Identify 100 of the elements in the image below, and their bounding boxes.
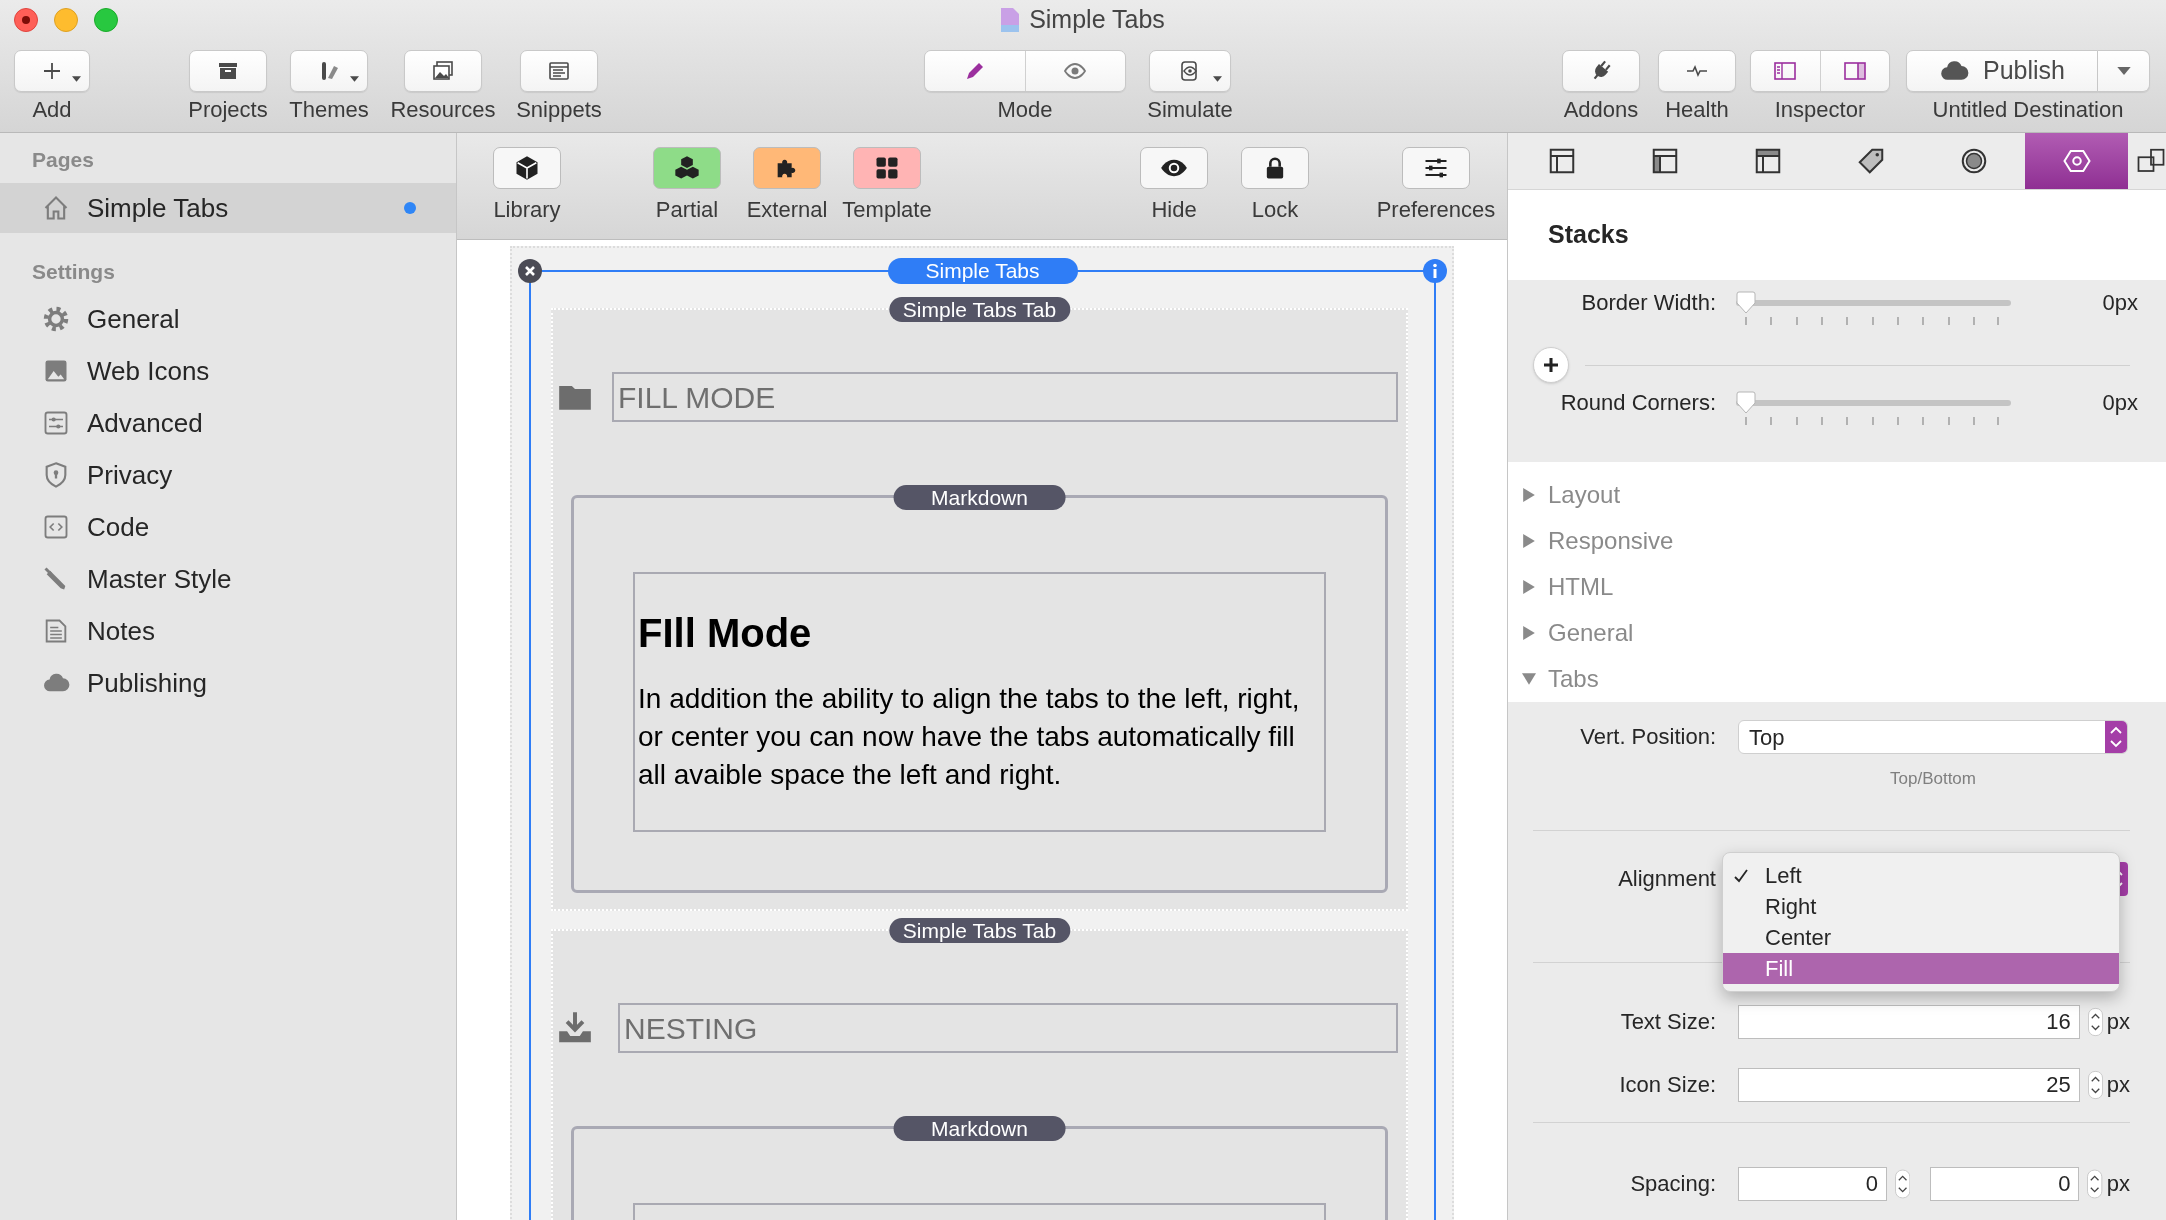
field-label: Icon Size: [1618,1071,1716,1098]
toolbar-label: Themes [289,97,369,123]
segment-button[interactable] [1751,51,1820,91]
unit-label: px [2106,1008,2130,1036]
field-label: Round Corners: [1559,390,1716,416]
toolbar-button[interactable] [753,147,821,189]
window-title: Simple Tabs [1029,4,1165,36]
inspector-tab[interactable] [2025,133,2128,189]
content-paragraph: In addition the ability to align the tabs to the left, right, or center you can now have the tabs automatically fill all avaible space the left and right. [638,682,1301,792]
slider-thumb[interactable] [1736,391,1756,415]
menu-item[interactable]: Right [1723,891,2119,922]
toolbar-label: Lock [1251,197,1299,223]
toolbar-button[interactable] [290,50,368,92]
info-icon[interactable] [1423,259,1447,283]
tab-label[interactable]: Simple Tabs Tab [888,918,1071,943]
field-hint: Top/Bottom [1890,769,1976,788]
slider-value: 0px [2102,390,2138,416]
sidebar-item[interactable]: Notes [0,605,456,657]
title-field[interactable]: NESTING [618,1003,1398,1053]
stepper-icon [2105,721,2127,753]
toolbar-button[interactable] [1241,147,1309,189]
block-label[interactable]: Markdown [893,1116,1066,1141]
unit-label: px [2106,1170,2130,1198]
toolbar-label: Add [32,97,72,123]
number-field[interactable]: 0 [1738,1166,1888,1201]
toolbar-label: Snippets [516,97,602,123]
panel-title: Stacks [1548,219,1629,251]
caret-icon [350,76,359,82]
publish-button[interactable]: Publish [1906,50,2098,92]
toolbar-label: Library [493,197,561,223]
gear-icon [42,305,70,333]
toolbar-button[interactable] [1140,147,1208,189]
segment-button[interactable] [1819,51,1889,91]
number-field[interactable]: 16 [1738,1004,2080,1039]
tab-label[interactable]: Simple Tabs Tab [888,297,1071,322]
field-label: Vert. Position: [1579,724,1716,750]
code-icon [42,513,70,541]
sidebar-item[interactable]: Simple Tabs [0,183,456,233]
disclosure-icon [1522,672,1536,686]
disclosure-icon [1522,580,1536,594]
toolbar-button[interactable] [1562,50,1640,92]
number-field[interactable]: 25 [1738,1067,2080,1102]
toolbar-label: Template [842,197,932,223]
title-field[interactable]: FILL MODE [612,372,1398,422]
toolbar-button[interactable] [189,50,267,92]
menu-item[interactable]: Center [1723,922,2119,953]
segment-button[interactable] [1024,51,1125,91]
dropdown-button[interactable] [2098,50,2150,92]
right-panel-icon [1842,59,1867,83]
images-icon [431,59,455,83]
toolbar-label: Health [1665,97,1729,123]
stepper-button[interactable] [1895,1168,1911,1199]
sidebar-item[interactable]: Publishing [0,657,456,709]
slider-value: 0px [2102,290,2138,316]
sidebar-item[interactable]: Master Style [0,553,456,605]
toolbar-button[interactable] [653,147,721,189]
toolbar-label: Hide [1151,197,1197,223]
document-icon [1001,7,1020,33]
sidebar-item[interactable]: Code [0,501,456,553]
caret-icon [1213,76,1222,82]
sidebar-item[interactable]: Advanced [0,397,456,449]
disclosure-icon [1522,488,1536,502]
toolbar-button[interactable] [1402,147,1470,189]
toolbar-button[interactable] [493,147,561,189]
menu-item[interactable]: Fill [1723,953,2119,984]
stepper-button[interactable] [2087,1069,2103,1100]
stack-label[interactable]: Simple Tabs [887,258,1078,284]
unit-label: px [2106,1071,2130,1099]
menu-item[interactable]: Left [1723,860,2119,891]
toolbar-label: Inspector [1774,97,1866,123]
block-label[interactable]: Markdown [893,485,1066,510]
add-button[interactable] [1533,347,1569,383]
plus-icon [1544,358,1558,372]
content-heading: FIll Mode [638,610,813,656]
stepper-button[interactable] [2087,1006,2103,1037]
toolbar-button[interactable] [14,50,90,92]
left-panel-icon [1773,59,1798,83]
sidebar-item[interactable]: Privacy [0,449,456,501]
field-label: Border Width: [1580,290,1716,316]
slider-track[interactable] [1736,391,2011,415]
caret-icon [72,76,81,82]
number-field[interactable]: 0 [1930,1166,2080,1201]
sidebar-item[interactable]: Web Icons [0,345,456,397]
slider-thumb[interactable] [1736,291,1756,315]
segment-button[interactable] [925,51,1025,91]
stepper-button[interactable] [2087,1168,2103,1199]
toolbar-label: Simulate [1147,97,1233,123]
field-label: Text Size: [1619,1008,1716,1035]
toolbar-button[interactable] [853,147,921,189]
remove-icon[interactable] [518,259,542,283]
sidebar-item[interactable]: General [0,293,456,345]
slider-track[interactable] [1736,291,2011,315]
disclosure-icon [1522,626,1536,640]
caret-icon [2116,67,2131,75]
sliders-box-icon [42,409,70,437]
close-button[interactable] [14,8,38,32]
toolbar-label: Partial [655,197,719,223]
dropdown[interactable]: Top [1738,720,2128,754]
disclosure-icon [1522,534,1536,548]
toolbar-label: External [746,197,828,223]
